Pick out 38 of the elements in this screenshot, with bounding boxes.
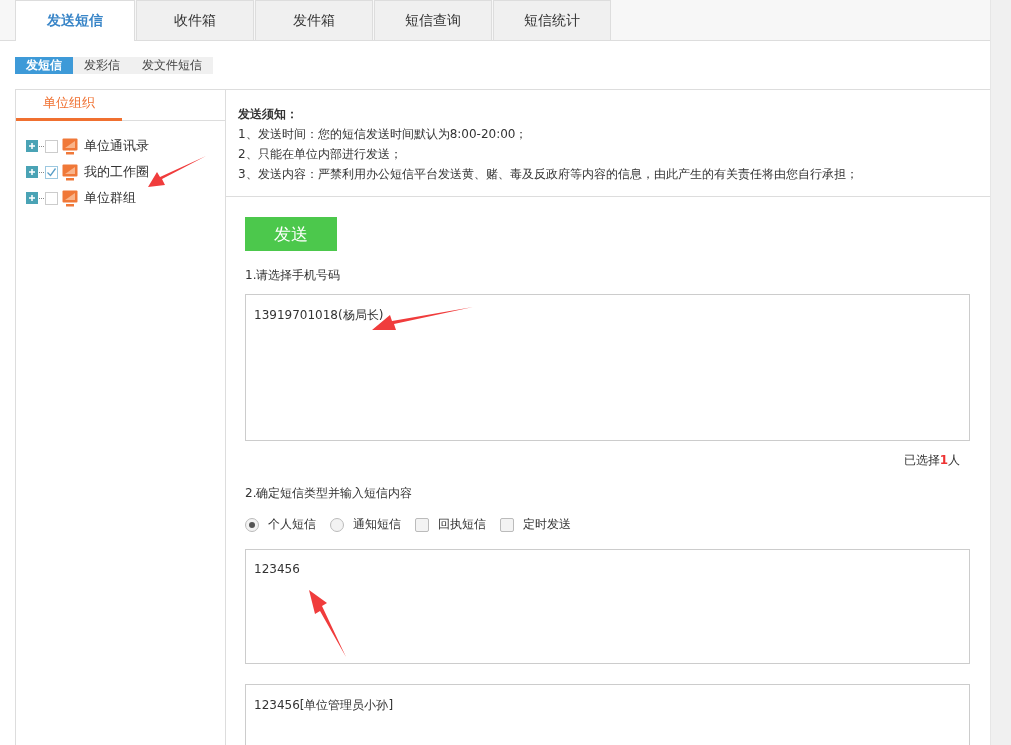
option-label: 回执短信: [438, 516, 486, 533]
option-label: 通知短信: [353, 516, 401, 533]
sub-tab[interactable]: 发彩信: [73, 57, 131, 74]
sub-tab[interactable]: 发文件短信: [131, 57, 213, 74]
monitor-icon: [62, 189, 78, 207]
tree-checkbox[interactable]: [45, 139, 58, 153]
tab[interactable]: 发送短信: [15, 0, 135, 41]
tree-checkbox[interactable]: [45, 165, 58, 179]
tab[interactable]: 发件箱: [255, 0, 373, 40]
checkbox[interactable]: [500, 517, 514, 532]
selected-count: 已选择1人: [903, 452, 960, 469]
tree-item[interactable]: 单位通讯录: [84, 137, 149, 155]
message-field[interactable]: 123456: [245, 549, 970, 664]
notice-line: 3、发送内容：严禁利用办公短信平台发送黄、赌、毒及反政府等内容的信息，由此产生的有关责任将由您自行承担；: [238, 166, 859, 183]
step-label: 2.确定短信类型并输入短信内容: [245, 485, 414, 502]
tree-item[interactable]: 我的工作圈: [84, 163, 149, 181]
expand-icon[interactable]: [26, 192, 38, 204]
radio-button[interactable]: [330, 517, 344, 532]
tree-item[interactable]: 单位群组: [84, 189, 136, 207]
option-label: 个人短信: [268, 516, 316, 533]
tab[interactable]: 短信统计: [493, 0, 611, 40]
option-label: 定时发送: [523, 516, 571, 533]
phone-number-field[interactable]: 13919701018(杨局长): [245, 294, 970, 441]
checkbox[interactable]: [415, 517, 429, 532]
tab[interactable]: 收件箱: [136, 0, 254, 40]
tab[interactable]: 短信查询: [374, 0, 492, 40]
expand-icon[interactable]: [26, 140, 38, 152]
preview-field: 123456[单位管理员小孙]: [245, 684, 970, 745]
scrollbar[interactable]: [990, 0, 1011, 745]
radio-button[interactable]: [245, 517, 259, 532]
monitor-icon: [62, 137, 78, 155]
monitor-icon: [62, 163, 78, 181]
step-label: 1.请选择手机号码: [245, 267, 342, 284]
notice-line: 1、发送时间：您的短信发送时间默认为8:00-20:00；: [238, 126, 529, 143]
tree-checkbox[interactable]: [45, 191, 58, 205]
expand-icon[interactable]: [26, 166, 38, 178]
notice-title: 发送须知：: [238, 106, 299, 123]
notice-line: 2、只能在单位内部进行发送；: [238, 146, 403, 163]
